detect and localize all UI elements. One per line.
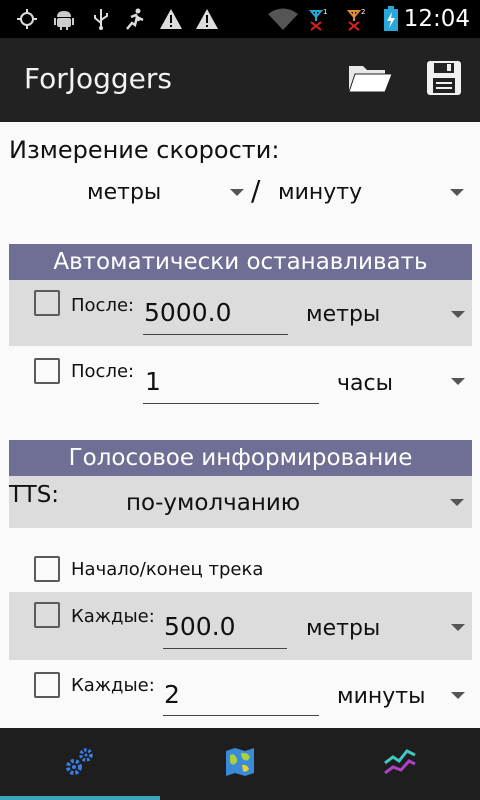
settings-gears-icon <box>63 747 97 781</box>
android-icon <box>52 7 76 31</box>
map-icon <box>224 747 256 781</box>
save-button[interactable] <box>420 58 468 102</box>
speed-time-spinner[interactable]: минуту <box>272 176 472 212</box>
signal-2-icon: 2 <box>344 7 368 31</box>
folder-open-icon <box>347 60 393 100</box>
signal-1-icon: 1 <box>306 7 330 31</box>
tts-spinner[interactable]: по-умолчанию <box>119 476 472 528</box>
auto-stop-header: Автоматически останавливать <box>9 244 472 280</box>
input-underline <box>163 715 319 716</box>
dropdown-caret-icon <box>451 311 465 318</box>
open-file-button[interactable] <box>346 58 394 102</box>
tts-label: TTS: <box>9 482 60 508</box>
tab-settings[interactable] <box>0 728 160 800</box>
warning-icon <box>158 7 184 31</box>
save-icon <box>425 59 463 101</box>
tab-map[interactable] <box>160 728 320 800</box>
runner-icon <box>122 7 148 31</box>
voice-distance-checkbox[interactable] <box>34 602 60 628</box>
auto-stop-distance-unit[interactable]: метры <box>306 302 380 327</box>
voice-distance-label: Каждые: <box>71 606 155 627</box>
dropdown-caret-icon <box>450 499 464 506</box>
warning-icon <box>194 7 220 31</box>
active-tab-indicator <box>0 796 160 800</box>
auto-stop-time-checkbox[interactable] <box>34 358 60 384</box>
speed-distance-spinner[interactable]: метры <box>80 176 250 212</box>
voice-distance-input[interactable]: 500.0 <box>164 612 236 641</box>
auto-stop-time-label: После: <box>71 361 135 382</box>
battery-charging-icon <box>382 6 400 31</box>
voice-time-input[interactable]: 2 <box>164 680 180 709</box>
input-underline <box>143 334 288 335</box>
dropdown-caret-icon <box>451 624 465 631</box>
wifi-icon <box>266 7 300 31</box>
dropdown-caret-icon <box>451 378 465 385</box>
voice-info-header: Голосовое информирование <box>9 440 472 476</box>
voice-time-checkbox[interactable] <box>34 672 60 698</box>
voice-distance-row: Каждые: 500.0 метры <box>9 592 472 660</box>
status-bar: 1 2 12:04 <box>0 0 480 38</box>
tts-row: TTS: по-умолчанию <box>9 476 472 528</box>
auto-stop-time-input[interactable]: 1 <box>145 367 161 396</box>
speed-time-value: минуту <box>278 180 363 205</box>
track-start-end-label: Начало/конец трека <box>71 559 264 580</box>
dropdown-caret-icon <box>230 189 244 196</box>
auto-stop-distance-row: После: 5000.0 метры <box>9 280 472 346</box>
app-title: ForJoggers <box>24 62 173 95</box>
voice-time-label: Каждые: <box>71 675 155 696</box>
action-bar: ForJoggers <box>0 38 480 122</box>
auto-stop-time-unit[interactable]: часы <box>337 371 393 396</box>
status-time: 12:04 <box>403 6 470 32</box>
input-underline <box>143 403 319 404</box>
chart-icon <box>383 747 417 781</box>
voice-distance-unit[interactable]: метры <box>306 616 380 641</box>
input-underline <box>163 648 287 649</box>
auto-stop-time-row: После: 1 часы <box>9 346 472 412</box>
tab-statistics[interactable] <box>320 728 480 800</box>
track-start-end-row: Начало/конец трека <box>9 546 472 590</box>
svg-text:1: 1 <box>323 8 327 16</box>
dropdown-caret-icon <box>451 692 465 699</box>
usb-icon <box>90 7 112 31</box>
speed-distance-value: метры <box>87 180 162 205</box>
voice-time-unit[interactable]: минуты <box>337 684 425 709</box>
auto-stop-distance-checkbox[interactable] <box>34 290 60 316</box>
auto-stop-distance-label: После: <box>71 295 135 316</box>
bottom-navigation <box>0 728 480 800</box>
dropdown-caret-icon <box>450 189 464 196</box>
speed-separator: / <box>251 174 261 207</box>
tts-value: по-умолчанию <box>126 490 301 516</box>
voice-time-row: Каждые: 2 минуты <box>9 660 472 726</box>
svg-text:2: 2 <box>361 8 365 16</box>
auto-stop-distance-input[interactable]: 5000.0 <box>144 298 231 327</box>
gps-icon <box>14 7 40 31</box>
track-start-end-checkbox[interactable] <box>34 556 60 582</box>
speed-measurement-label: Измерение скорости: <box>9 136 280 164</box>
